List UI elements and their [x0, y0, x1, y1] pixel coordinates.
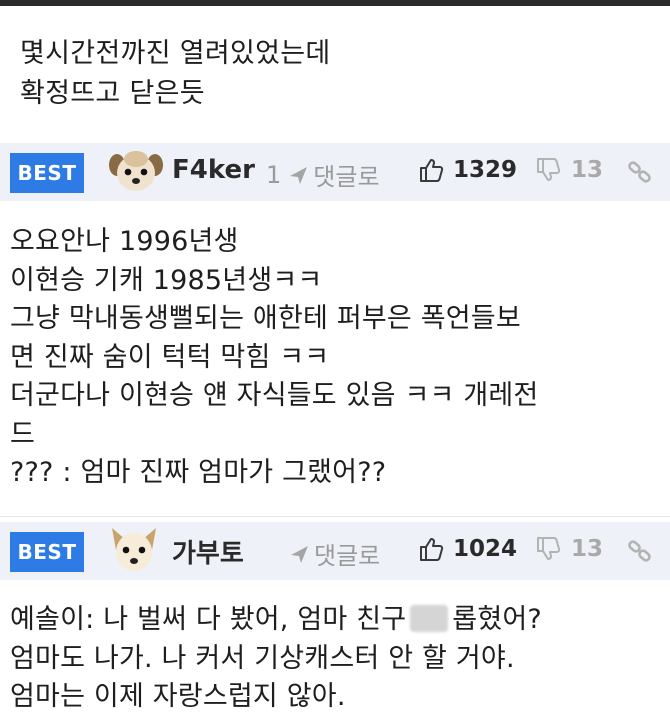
- comment-header: BEST 가부토 댓글로 1024 13: [0, 522, 670, 580]
- comment-nickname[interactable]: 가부토: [172, 533, 244, 570]
- reply-to-comment-link[interactable]: 1 댓글로: [266, 157, 380, 192]
- thumbs-up-icon: [420, 159, 444, 182]
- comment-line: 이현승 기캐 1985년생ㅋㅋ: [10, 264, 323, 296]
- comment-line: 그냥 막내동생뻘되는 애한테 퍼부은 폭언들보: [10, 303, 521, 334]
- best-badge: BEST: [10, 532, 84, 572]
- dislike-button[interactable]: 13: [535, 536, 603, 562]
- thumbs-up-icon: [420, 538, 444, 561]
- link-icon[interactable]: [627, 538, 653, 564]
- link-icon[interactable]: [627, 159, 653, 185]
- dislike-count: 13: [571, 536, 604, 562]
- dislike-button[interactable]: 13: [535, 157, 603, 183]
- reply-label: 댓글로: [314, 542, 381, 570]
- comment-line: 더군다나 이현승 얜 자식들도 있음 ㅋㅋ 개레전: [10, 380, 539, 411]
- puppy-avatar-icon[interactable]: [108, 145, 164, 197]
- reply-arrow-icon: [291, 545, 308, 563]
- top-edge-bar: [0, 0, 670, 6]
- post-line: 몇시간전까진 열려있었는데: [20, 38, 331, 69]
- thumbs-down-icon: [537, 158, 561, 181]
- comment-line: 엄마도 나가. 나 커서 기상캐스터 안 할 거야.: [10, 642, 515, 674]
- comment-text: 롭혔어?: [452, 604, 542, 635]
- comment-divider: [0, 516, 670, 517]
- comment-body: 오요안나 1996년생 이현승 기캐 1985년생ㅋㅋ 그냥 막내동생뻘되는 애…: [10, 223, 538, 493]
- comment-line: 예솔이: 나 벌써 다 봤어, 엄마 친구 롭혔어?: [10, 601, 542, 640]
- comment-line: 면 진짜 숨이 턱턱 막힘 ㅋㅋ: [10, 341, 330, 373]
- comment-text: 예솔이: 나 벌써 다 봤어, 엄마 친구: [10, 604, 407, 635]
- like-count: 1329: [453, 157, 518, 183]
- dislike-count: 13: [571, 157, 604, 183]
- censored-text-blur: [410, 605, 449, 632]
- best-badge: BEST: [10, 153, 84, 193]
- like-button[interactable]: 1024: [418, 536, 517, 562]
- reply-arrow-icon: [290, 166, 308, 184]
- comment-line: 엄마는 이제 자랑스럽지 않아.: [10, 681, 346, 712]
- thumbs-down-icon: [537, 537, 561, 560]
- puppy-avatar-icon[interactable]: [106, 524, 162, 576]
- post-line: 확정뜨고 닫은듯: [20, 78, 205, 109]
- like-count: 1024: [453, 536, 518, 562]
- reply-label: 댓글로: [313, 163, 380, 191]
- comment-line: 드: [10, 418, 36, 450]
- reply-count: 1: [266, 160, 282, 189]
- comment-header: BEST F4ker 1 댓글로 1329 13: [0, 143, 670, 201]
- reply-to-comment-link[interactable]: 댓글로: [288, 536, 380, 571]
- comment-nickname[interactable]: F4ker: [172, 155, 255, 185]
- comment-body: 예솔이: 나 벌써 다 봤어, 엄마 친구 롭혔어? 엄마도 나가. 나 커서 기…: [10, 601, 542, 717]
- like-button[interactable]: 1329: [418, 157, 517, 183]
- comment-line: 오요안나 1996년생: [10, 226, 239, 257]
- comment-line: ??? : 엄마 진짜 엄마가 그랬어??: [10, 457, 387, 488]
- post-text: 몇시간전까진 열려있었는데 확정뜨고 닫은듯: [20, 34, 331, 114]
